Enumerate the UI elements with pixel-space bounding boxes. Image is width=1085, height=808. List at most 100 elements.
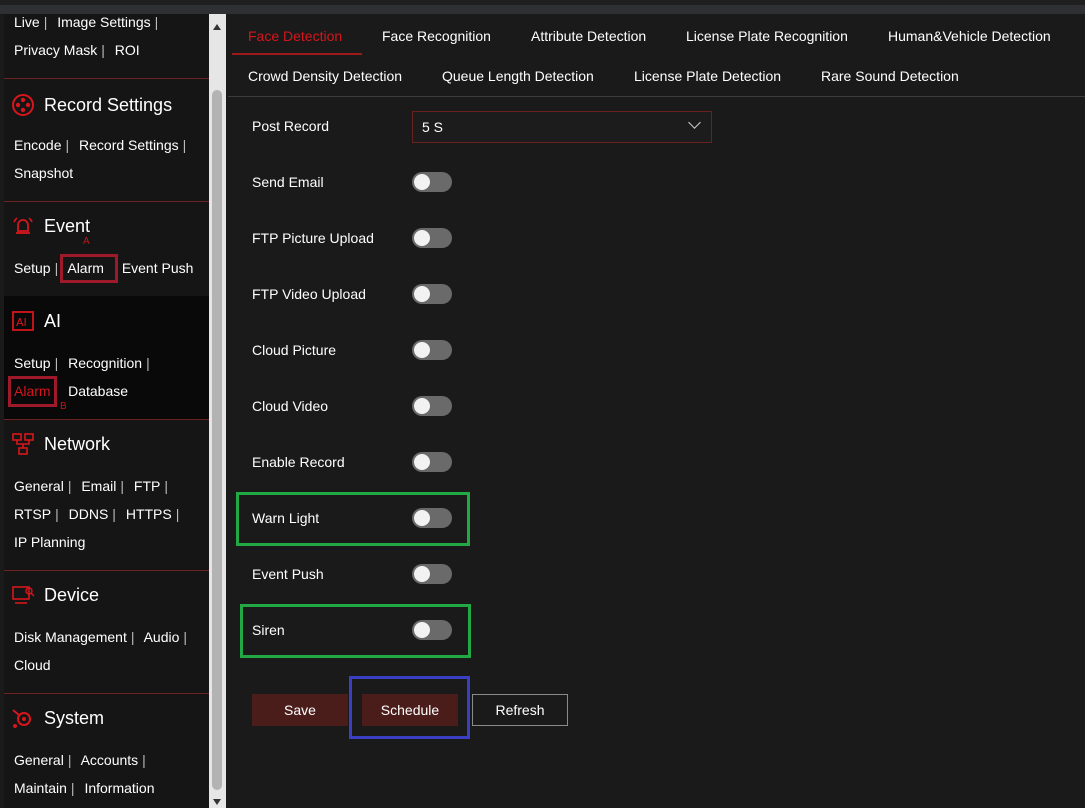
sidebar-link-ai-alarm[interactable]: Alarm xyxy=(14,383,51,399)
scroll-up-arrow-icon[interactable] xyxy=(213,24,221,30)
sidebar-link-disk-management[interactable]: Disk Management xyxy=(14,629,127,645)
detection-tabs: Face Detection Face Recognition Attribut… xyxy=(228,14,1085,97)
sidebar-link-privacy-mask[interactable]: Privacy Mask xyxy=(14,42,97,58)
send-email-row: Send Email xyxy=(252,167,324,197)
separator: | xyxy=(65,137,70,153)
sidebar-link-image-settings[interactable]: Image Settings xyxy=(57,14,150,30)
siren-toggle[interactable] xyxy=(412,620,452,640)
sidebar-header-ai[interactable]: AI AI xyxy=(11,307,61,335)
separator: | xyxy=(142,752,146,768)
separator: | xyxy=(112,506,116,522)
sidebar-link-rtsp[interactable]: RTSP xyxy=(14,506,51,522)
sidebar-link-maintain[interactable]: Maintain xyxy=(14,780,67,796)
scrollbar-thumb[interactable] xyxy=(212,90,222,790)
main-panel: Face Detection Face Recognition Attribut… xyxy=(228,14,1085,808)
tab-license-plate-recognition[interactable]: License Plate Recognition xyxy=(686,28,848,44)
svg-text:AI: AI xyxy=(16,316,27,329)
post-record-select[interactable]: 5 S xyxy=(412,111,712,143)
cloud-picture-row: Cloud Picture xyxy=(252,335,336,365)
sidebar-link-https[interactable]: HTTPS xyxy=(126,506,172,522)
tab-license-plate-detection[interactable]: License Plate Detection xyxy=(634,68,781,84)
sidebar-link-network-general[interactable]: General xyxy=(14,478,64,494)
sidebar-link-event-push[interactable]: Event Push xyxy=(122,260,194,276)
sidebar-link-encode[interactable]: Encode xyxy=(14,137,61,153)
sidebar-link-system-general[interactable]: General xyxy=(14,752,64,768)
toggle-knob xyxy=(414,566,430,582)
sidebar-link-ai-database[interactable]: Database xyxy=(68,383,128,399)
tab-face-recognition[interactable]: Face Recognition xyxy=(382,28,491,44)
enable-record-toggle[interactable] xyxy=(412,452,452,472)
sidebar-link-audio[interactable]: Audio xyxy=(144,629,180,645)
separator: | xyxy=(175,506,180,522)
event-push-toggle[interactable] xyxy=(412,564,452,584)
separator: | xyxy=(67,752,72,768)
separator: | xyxy=(130,629,135,645)
sidebar-link-email[interactable]: Email xyxy=(81,478,116,494)
sidebar-section-ai: AI AI Setup | Recognition | Alarm | Databas… xyxy=(4,296,209,420)
separator: | xyxy=(183,629,188,645)
sidebar-link-ai-recognition[interactable]: Recognition xyxy=(68,355,142,371)
post-record-value: 5 S xyxy=(422,119,444,135)
toggle-knob xyxy=(414,398,430,414)
refresh-button[interactable]: Refresh xyxy=(472,694,568,726)
sidebar-link-event-setup[interactable]: Setup xyxy=(14,260,51,276)
annotation-marker-b: B xyxy=(60,401,67,412)
chevron-down-icon xyxy=(688,116,701,129)
ftp-video-upload-row: FTP Video Upload xyxy=(252,279,366,309)
post-record-row: Post Record xyxy=(252,111,329,141)
sidebar-title-network: Network xyxy=(44,433,111,454)
tab-face-detection[interactable]: Face Detection xyxy=(248,28,342,44)
sidebar-link-cloud[interactable]: Cloud xyxy=(14,657,51,673)
tab-human-vehicle-detection[interactable]: Human&Vehicle Detection xyxy=(888,28,1051,44)
cloud-picture-toggle[interactable] xyxy=(412,340,452,360)
separator: | xyxy=(182,137,187,153)
send-email-label: Send Email xyxy=(252,174,324,190)
sidebar-section-record: Record Settings Encode | Record Settings |… xyxy=(4,78,209,202)
tab-rare-sound-detection[interactable]: Rare Sound Detection xyxy=(821,68,959,84)
separator: | xyxy=(120,478,124,494)
toggle-knob xyxy=(414,286,430,302)
toggle-knob xyxy=(414,174,430,190)
sidebar-title-ai: AI xyxy=(44,310,62,331)
sidebar-link-ftp[interactable]: FTP xyxy=(134,478,160,494)
sidebar-link-live[interactable]: Live xyxy=(14,14,40,30)
event-push-row: Event Push xyxy=(252,559,324,589)
ftp-picture-upload-label: FTP Picture Upload xyxy=(252,230,374,246)
sidebar-link-ddns[interactable]: DDNS xyxy=(69,506,109,522)
tab-attribute-detection[interactable]: Attribute Detection xyxy=(531,28,646,44)
warn-light-toggle[interactable] xyxy=(412,508,452,528)
sidebar-header-device[interactable]: Device xyxy=(11,581,99,609)
sidebar-header-event[interactable]: Event xyxy=(11,212,90,240)
sidebar-scrollbar[interactable] xyxy=(209,14,226,808)
separator: | xyxy=(146,355,150,371)
sidebar-link-roi[interactable]: ROI xyxy=(115,42,140,58)
cloud-picture-label: Cloud Picture xyxy=(252,342,337,358)
sidebar-link-accounts[interactable]: Accounts xyxy=(81,752,139,768)
separator: | xyxy=(154,14,159,30)
scroll-down-arrow-icon[interactable] xyxy=(213,799,221,805)
cloud-video-toggle[interactable] xyxy=(412,396,452,416)
tab-queue-length-detection[interactable]: Queue Length Detection xyxy=(442,68,594,84)
tab-crowd-density-detection[interactable]: Crowd Density Detection xyxy=(248,68,402,84)
siren-label: Siren xyxy=(252,622,285,638)
sidebar-link-snapshot[interactable]: Snapshot xyxy=(14,165,73,181)
send-email-toggle[interactable] xyxy=(412,172,452,192)
sidebar-link-information[interactable]: Information xyxy=(84,780,154,796)
sidebar: Live | Image Settings | Privacy Mask | ROI … xyxy=(4,14,209,808)
sidebar-link-ai-setup[interactable]: Setup xyxy=(14,355,51,371)
sidebar-link-record-settings[interactable]: Record Settings xyxy=(79,137,179,153)
sidebar-header-network[interactable]: Network xyxy=(11,430,110,458)
ftp-video-upload-label: FTP Video Upload xyxy=(252,286,366,302)
save-button[interactable]: Save xyxy=(252,694,348,726)
alarm-bell-icon xyxy=(11,214,35,238)
ftp-picture-upload-toggle[interactable] xyxy=(412,228,452,248)
sidebar-link-event-alarm[interactable]: Alarm xyxy=(67,260,104,276)
sidebar-section-device: Device Disk Management | Audio | Cloud xyxy=(4,570,209,694)
sidebar-header-system[interactable]: System xyxy=(11,704,104,732)
sidebar-header-record[interactable]: Record Settings xyxy=(11,91,172,119)
toggle-knob xyxy=(414,230,430,246)
sidebar-link-ip-planning[interactable]: IP Planning xyxy=(14,534,85,550)
ftp-video-upload-toggle[interactable] xyxy=(412,284,452,304)
schedule-button[interactable]: Schedule xyxy=(362,694,458,726)
separator: | xyxy=(101,42,105,58)
